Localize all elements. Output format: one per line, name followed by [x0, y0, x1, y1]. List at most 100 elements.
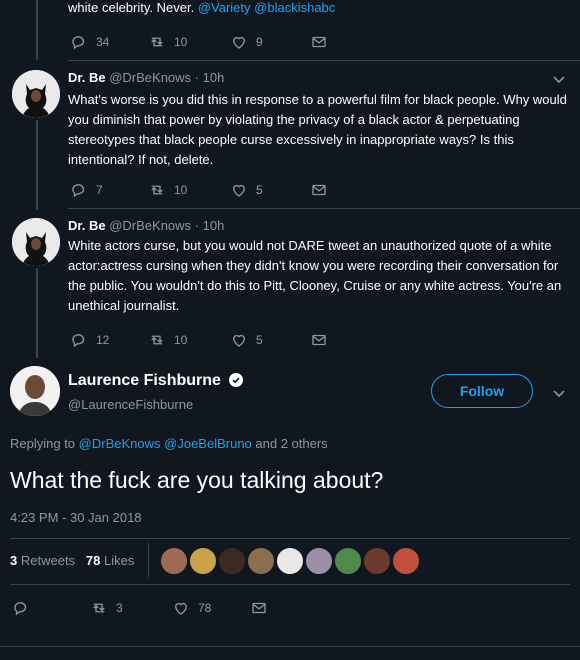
retweet-button[interactable]: 10: [148, 180, 187, 200]
tweet-text-tail: white celebrity. Never.: [68, 0, 195, 15]
reply-icon: [72, 334, 85, 348]
like-button[interactable]: 9: [230, 32, 263, 52]
author-name[interactable]: Laurence Fishburne: [68, 372, 221, 389]
like-count: 5: [256, 333, 263, 347]
retweet-icon: [93, 603, 105, 613]
heart-icon: [233, 36, 245, 49]
envelope-icon: [312, 184, 326, 196]
reply-count: 7: [96, 183, 103, 197]
like-button[interactable]: 5: [230, 330, 263, 350]
tweet-text: White actors curse, but you would not DA…: [68, 238, 562, 313]
tweet-reply[interactable]: Dr. Be @DrBeKnows · 10h White actors cur…: [0, 208, 580, 358]
divider: [10, 584, 570, 585]
author-handle[interactable]: @DrBeKnows: [109, 218, 191, 233]
retweets-label: Retweets: [20, 553, 76, 568]
like-button[interactable]: 78: [172, 598, 211, 618]
tweet-text: What's worse is you did this in response…: [68, 92, 567, 167]
engagement-stats: 3 Retweets 78 Likes: [10, 553, 134, 568]
likes-count: 78: [85, 553, 101, 568]
chevron-down-icon[interactable]: [552, 386, 566, 400]
reply-icon: [72, 184, 85, 198]
tweet-header: Dr. Be @DrBeKnows · 10h: [68, 70, 224, 85]
heart-icon: [233, 184, 245, 197]
retweet-button[interactable]: 3: [90, 598, 123, 618]
author-name[interactable]: Dr. Be: [68, 70, 106, 85]
divider: [0, 646, 580, 647]
likes-label: Likes: [104, 553, 135, 568]
liker-avatar[interactable]: [276, 547, 304, 575]
retweets-count: 3: [10, 553, 18, 568]
stats-separator: [148, 543, 149, 577]
likes-stat[interactable]: 78 Likes: [86, 553, 134, 568]
author-handle[interactable]: @LaurenceFishburne: [68, 397, 193, 412]
reply-icon: [14, 602, 27, 616]
replying-label: Replying to: [10, 436, 76, 451]
liker-avatar[interactable]: [392, 547, 420, 575]
envelope-icon: [312, 36, 326, 48]
reply-button[interactable]: 7: [70, 180, 103, 200]
retweet-button[interactable]: 10: [148, 330, 187, 350]
avatar[interactable]: [12, 70, 60, 118]
envelope-icon: [312, 334, 326, 346]
tweet-partial[interactable]: white celebrity. Never. @Variety @blacki…: [0, 0, 580, 60]
heart-icon: [175, 602, 187, 615]
message-button[interactable]: [310, 180, 328, 200]
tweet-text: white celebrity. Never. @Variety @blacki…: [68, 0, 568, 18]
replying-to: Replying to @DrBeKnows @JoeBelBruno and …: [10, 436, 328, 451]
author-info: Laurence Fishburne: [68, 372, 244, 390]
mention-link[interactable]: @blackishabc: [254, 0, 335, 15]
message-button[interactable]: [310, 330, 328, 350]
author-name[interactable]: Dr. Be: [68, 218, 106, 233]
mention-link[interactable]: @DrBeKnows: [79, 436, 161, 451]
retweet-icon: [151, 37, 163, 47]
avatar-image: [10, 366, 60, 416]
reply-button[interactable]: 12: [70, 330, 109, 350]
liker-avatar[interactable]: [160, 547, 188, 575]
reply-count: 12: [96, 333, 110, 347]
avatar-image: [12, 70, 60, 118]
verified-badge-icon: [229, 373, 244, 387]
like-count: 78: [198, 601, 212, 615]
avatar[interactable]: [10, 366, 60, 416]
envelope-icon: [252, 602, 266, 614]
avatar[interactable]: [12, 218, 60, 266]
mention-link[interactable]: @JoeBelBruno: [164, 436, 252, 451]
retweet-count: 10: [174, 35, 188, 49]
liker-avatar[interactable]: [247, 547, 275, 575]
tweet-time[interactable]: · 10h: [195, 70, 225, 85]
liker-avatar[interactable]: [334, 547, 362, 575]
retweet-count: 3: [116, 601, 123, 615]
retweet-count: 10: [174, 183, 188, 197]
liker-avatar[interactable]: [363, 547, 391, 575]
reply-icon: [72, 36, 85, 50]
tweet-time[interactable]: · 10h: [195, 218, 225, 233]
retweet-icon: [151, 185, 163, 195]
tweet-reply[interactable]: Dr. Be @DrBeKnows · 10h What's worse is …: [0, 60, 580, 210]
message-button[interactable]: [310, 32, 328, 52]
retweet-button[interactable]: 10: [148, 32, 187, 52]
message-button[interactable]: [250, 598, 268, 618]
reply-button[interactable]: [12, 598, 30, 618]
retweet-count: 10: [174, 333, 188, 347]
tweet-timestamp[interactable]: 4:23 PM - 30 Jan 2018: [10, 510, 142, 525]
main-tweet-text: What the fuck are you talking about?: [10, 467, 384, 493]
liker-avatar[interactable]: [218, 547, 246, 575]
divider: [10, 538, 570, 539]
like-count: 5: [256, 183, 263, 197]
liker-avatar[interactable]: [189, 547, 217, 575]
follow-button[interactable]: Follow: [431, 374, 533, 408]
chevron-down-icon[interactable]: [552, 72, 566, 86]
tweet-header: Dr. Be @DrBeKnows · 10h: [68, 218, 224, 233]
reply-button[interactable]: 34: [70, 32, 109, 52]
avatar-image: [12, 218, 60, 266]
author-handle[interactable]: @DrBeKnows: [109, 70, 191, 85]
replying-others[interactable]: and 2 others: [255, 436, 327, 451]
retweet-icon: [151, 335, 163, 345]
mention-link[interactable]: @Variety: [198, 0, 251, 15]
retweets-stat[interactable]: 3 Retweets: [10, 553, 79, 568]
like-count: 9: [256, 35, 263, 49]
reply-count: 34: [96, 35, 110, 49]
liker-avatar[interactable]: [305, 547, 333, 575]
heart-icon: [233, 334, 245, 347]
like-button[interactable]: 5: [230, 180, 263, 200]
